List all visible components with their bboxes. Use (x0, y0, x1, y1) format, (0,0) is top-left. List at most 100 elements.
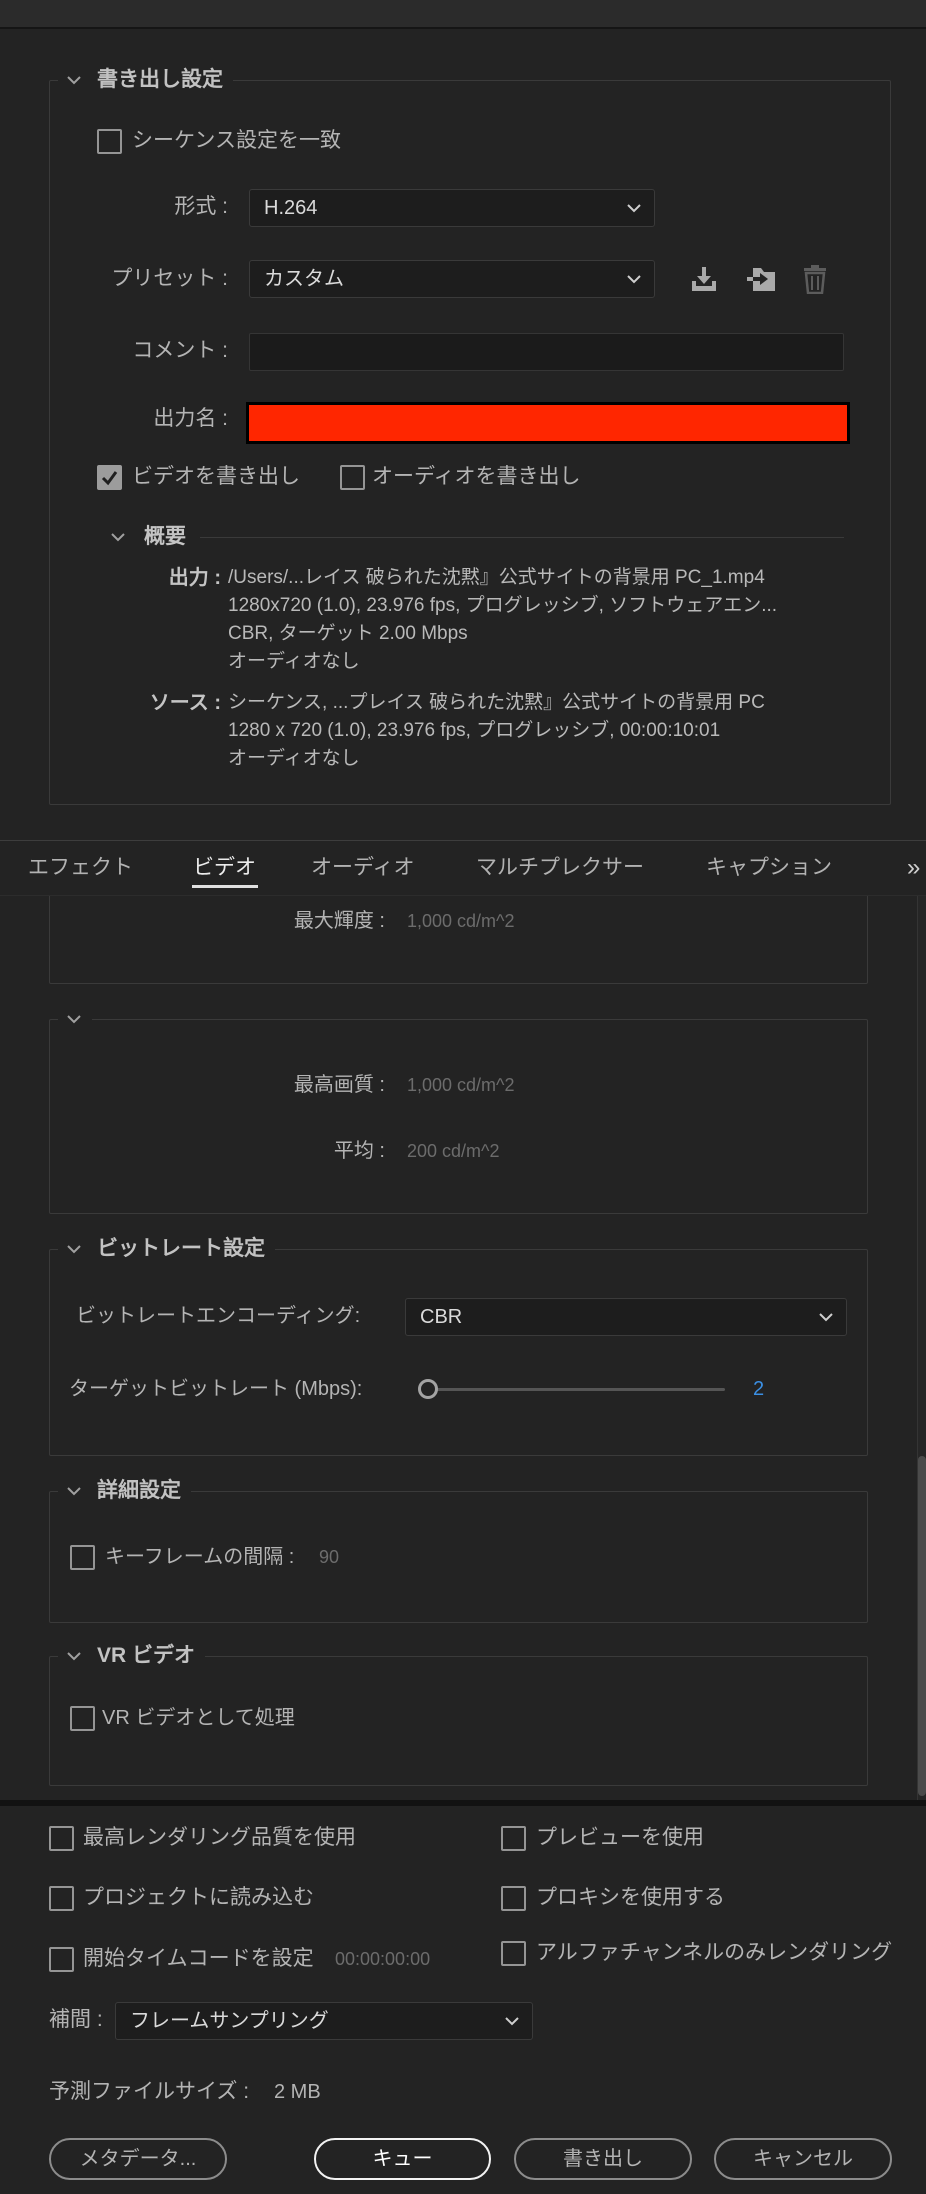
summary-source-label: ソース : (149, 692, 221, 714)
queue-button[interactable]: キュー (314, 2138, 491, 2180)
export-button[interactable]: 書き出し (514, 2138, 692, 2180)
use-proxies-label: プロキシを使用する (536, 1886, 725, 1909)
tab-effects[interactable]: エフェクト (28, 853, 133, 883)
target-bitrate-slider-handle[interactable] (418, 1379, 438, 1399)
max-luminance-label: 最大輝度 : (293, 910, 385, 932)
export-settings-header[interactable]: 書き出し設定 (58, 65, 233, 95)
import-into-project-label: プロジェクトに読み込む (83, 1886, 314, 1909)
summary-output-line: オーディオなし (228, 651, 360, 672)
bitrate-encoding-label: ビットレートエンコーディング: (76, 1305, 361, 1327)
process-as-vr-label: VR ビデオとして処理 (102, 1707, 295, 1729)
advanced-panel-header[interactable]: 詳細設定 (58, 1476, 191, 1506)
trash-icon[interactable] (802, 264, 828, 294)
start-timecode-checkbox[interactable] (49, 1947, 74, 1972)
export-video-label: ビデオを書き出し (132, 465, 300, 488)
comment-input[interactable] (249, 333, 844, 371)
cancel-button[interactable]: キャンセル (714, 2138, 892, 2180)
bitrate-encoding-dropdown[interactable]: CBR (405, 1298, 847, 1336)
chevron-down-icon (67, 1245, 81, 1254)
chevron-down-icon (627, 204, 641, 213)
chevron-down-icon (67, 1487, 81, 1496)
import-into-project-checkbox[interactable] (49, 1886, 74, 1911)
bitrate-panel-header[interactable]: ビットレート設定 (58, 1234, 275, 1264)
summary-output-line: CBR, ターゲット 2.00 Mbps (228, 623, 468, 644)
chevron-down-icon (67, 1015, 81, 1024)
max-render-quality-checkbox[interactable] (49, 1826, 74, 1851)
preset-label: プリセット : (111, 267, 228, 290)
interpolation-dropdown[interactable]: フレームサンプリング (115, 2002, 533, 2040)
section-title: 書き出し設定 (97, 68, 223, 91)
section-title: VR ビデオ (97, 1644, 196, 1667)
tab-audio[interactable]: オーディオ (311, 853, 415, 883)
bitrate-encoding-value: CBR (420, 1306, 463, 1328)
target-bitrate-label: ターゲットビットレート (Mbps): (69, 1378, 363, 1400)
average-label: 平均 : (333, 1140, 385, 1162)
preset-value: カスタム (264, 268, 344, 290)
alpha-only-checkbox[interactable] (501, 1941, 526, 1966)
chevron-down-icon (627, 275, 641, 284)
tab-overflow-button[interactable]: » (907, 853, 920, 883)
chevron-down-icon[interactable] (110, 532, 126, 542)
window-top-bar (0, 0, 926, 29)
section-title: 詳細設定 (97, 1479, 181, 1502)
target-bitrate-value[interactable]: 2 (753, 1374, 764, 1404)
bitrate-panel (49, 1249, 868, 1456)
summary-output-line: /Users/...レイス 破られた沈黙』公式サイトの背景用 PC_1.mp4 (228, 567, 765, 588)
summary-divider (200, 537, 844, 538)
summary-output-line: 1280x720 (1.0), 23.976 fps, プログレッシブ, ソフト… (228, 595, 778, 616)
summary-source-line: シーケンス, ...プレイス 破られた沈黙』公式サイトの背景用 PC (228, 692, 765, 713)
max-render-quality-label: 最高レンダリング品質を使用 (83, 1826, 356, 1849)
active-tab-underline (192, 885, 258, 888)
checkmark-icon (101, 471, 118, 486)
summary-output-label: 出力 : (168, 567, 221, 589)
alpha-only-label: アルファチャンネルのみレンダリング (536, 1941, 893, 1964)
output-name-field[interactable] (246, 402, 850, 444)
hdr-panel (49, 1019, 868, 1214)
export-settings-dialog: 書き出し設定 シーケンス設定を一致 形式 : H.264 プリセット : カスタ… (0, 0, 926, 2194)
use-previews-checkbox[interactable] (501, 1826, 526, 1851)
chevron-down-icon (67, 1652, 81, 1661)
keyframe-distance-checkbox[interactable] (70, 1545, 95, 1570)
highest-quality-value: 1,000 cd/m^2 (407, 1075, 515, 1095)
output-name-label: 出力名 : (153, 407, 228, 430)
use-proxies-checkbox[interactable] (501, 1886, 526, 1911)
tab-captions[interactable]: キャプション (706, 853, 832, 883)
comment-label: コメント : (132, 339, 228, 362)
chevron-down-icon (505, 2017, 519, 2026)
target-bitrate-slider-track[interactable] (428, 1388, 725, 1391)
start-timecode-value[interactable]: 00:00:00:00 (335, 1944, 430, 1974)
metadata-button[interactable]: メタデータ... (49, 2138, 227, 2180)
format-value: H.264 (264, 197, 318, 219)
estimated-size-label: 予測ファイルサイズ : (49, 2080, 250, 2103)
export-audio-checkbox[interactable] (340, 465, 365, 490)
process-as-vr-checkbox[interactable] (70, 1706, 95, 1731)
max-luminance-value: 1,000 cd/m^2 (407, 911, 515, 931)
match-sequence-label: シーケンス設定を一致 (132, 129, 341, 152)
format-dropdown[interactable]: H.264 (249, 189, 655, 227)
vr-panel-header[interactable]: VR ビデオ (58, 1641, 206, 1671)
estimated-size-value: 2 MB (274, 2081, 321, 2103)
use-previews-label: プレビューを使用 (536, 1826, 704, 1849)
scrollbar-thumb[interactable] (918, 1456, 926, 1796)
hdr-panel-header[interactable] (58, 1004, 92, 1034)
match-sequence-checkbox[interactable] (97, 129, 122, 154)
summary-title: 概要 (144, 525, 186, 548)
export-video-checkbox[interactable] (97, 465, 122, 490)
summary-source-line: 1280 x 720 (1.0), 23.976 fps, プログレッシブ, 0… (228, 720, 721, 741)
summary-source-line: オーディオなし (228, 748, 360, 769)
chevron-down-icon (819, 1313, 833, 1322)
keyframe-distance-value[interactable]: 90 (319, 1542, 339, 1572)
panel-separator (0, 1800, 926, 1806)
download-icon[interactable] (689, 264, 719, 294)
interpolation-label: 補間 : (49, 2008, 103, 2031)
interpolation-value: フレームサンプリング (130, 2010, 329, 2032)
section-title: ビットレート設定 (97, 1237, 265, 1260)
preset-dropdown[interactable]: カスタム (249, 260, 655, 298)
chevron-down-icon (67, 76, 81, 85)
folder-import-icon[interactable] (745, 264, 777, 294)
tab-video[interactable]: ビデオ (193, 853, 256, 883)
start-timecode-label: 開始タイムコードを設定 (83, 1947, 314, 1970)
format-label: 形式 : (174, 195, 228, 218)
export-audio-label: オーディオを書き出し (372, 465, 581, 488)
tab-multiplexer[interactable]: マルチプレクサー (476, 853, 644, 883)
